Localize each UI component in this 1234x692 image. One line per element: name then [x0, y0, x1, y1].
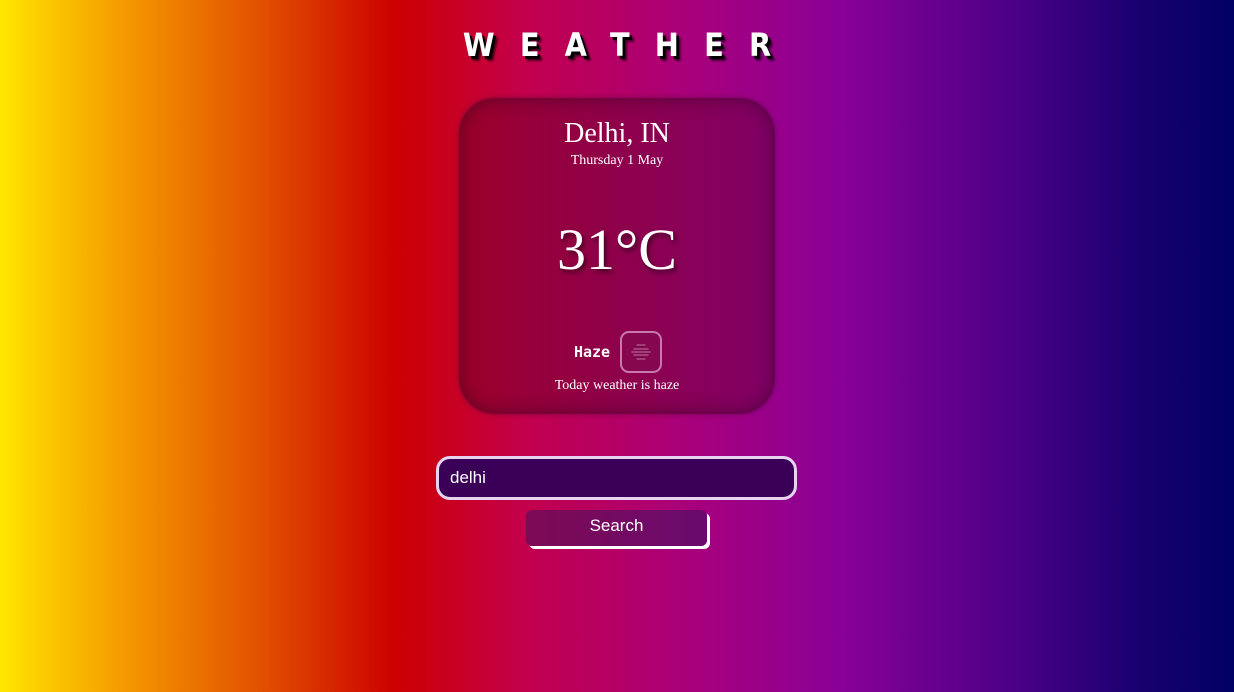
weather-description: Today weather is haze	[554, 378, 680, 393]
city-name: Delhi, IN	[564, 118, 670, 149]
app-title: WEATHER	[462, 26, 797, 64]
city-search-input[interactable]	[436, 456, 797, 500]
haze-icon	[620, 331, 663, 373]
search-button[interactable]: Search	[526, 510, 707, 546]
temperature: 31°C	[557, 217, 677, 282]
weather-card: Delhi, IN Thursday 1 May 31°C Haze Today…	[459, 98, 775, 414]
current-date: Thursday 1 May	[570, 153, 664, 168]
condition-label: Haze	[573, 343, 611, 361]
condition-row: Haze	[459, 331, 775, 373]
